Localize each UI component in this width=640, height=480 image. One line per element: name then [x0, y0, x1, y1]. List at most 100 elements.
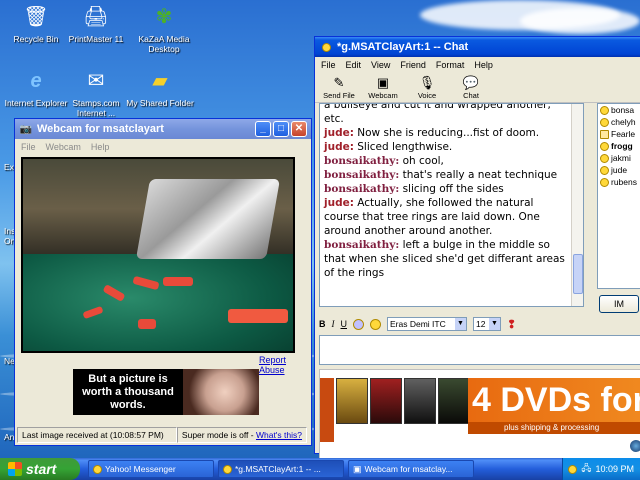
webcam-menubar: File Webcam Help	[15, 139, 311, 155]
system-tray: 🖧 10:09 PM	[562, 458, 640, 480]
cloud-decoration	[520, 8, 640, 34]
taskbar-item-chat[interactable]: *g.MSATClayArt:1 -- ...	[218, 460, 344, 478]
scrollbar-thumb[interactable]	[573, 254, 583, 294]
roster-item[interactable]: Fearle	[598, 128, 640, 140]
taskbar-item-webcam[interactable]: ▣ Webcam for msatclay...	[348, 460, 474, 478]
menu-friend[interactable]: Friend	[400, 60, 426, 70]
chat-roster: bonsa chelyh Fearle frogg jakmi jude rub…	[597, 103, 640, 289]
menu-help[interactable]: Help	[474, 60, 493, 70]
roster-item[interactable]: bonsa	[598, 104, 640, 116]
super-mode-status: Super mode is off -	[181, 430, 254, 440]
recycle-bin-icon: 🗑	[23, 6, 49, 28]
smiley-icon	[600, 153, 609, 163]
smiley-icon	[600, 117, 609, 127]
chat-button[interactable]: 💬 Chat	[451, 75, 491, 100]
smiley-icon	[600, 105, 609, 115]
webcam-ad-banner[interactable]: But a picture is worth a thousand words.	[73, 369, 259, 415]
shared-folder-icon: ▰	[152, 70, 168, 92]
menu-format[interactable]: Format	[436, 60, 465, 70]
network-icon[interactable]: 🖧	[581, 461, 591, 477]
desktop-icon-shared-folder[interactable]: ▰ My Shared Folder	[124, 66, 196, 108]
menu-file[interactable]: File	[321, 60, 336, 70]
roster-item[interactable]: frogg	[598, 140, 640, 152]
menu-webcam[interactable]: Webcam	[46, 142, 81, 152]
webcam-icon: ▣	[376, 75, 390, 90]
menu-file[interactable]: File	[21, 142, 36, 152]
desktop-icon-printmaster[interactable]: 🖨 PrintMaster 11	[60, 2, 132, 44]
transcript-scrollbar[interactable]	[571, 104, 583, 306]
menu-edit[interactable]: Edit	[346, 60, 362, 70]
globe-icon	[630, 440, 640, 452]
dvd-ad-banner[interactable]: 4 DVDs for plus shipping & processing	[319, 369, 640, 459]
font-size-select[interactable]: 12 ▼	[473, 317, 501, 331]
chevron-down-icon: ▼	[455, 318, 466, 330]
dvd-cover-image	[336, 378, 368, 424]
chat-titlebar[interactable]: *g.MSATClayArt:1 -- Chat	[315, 37, 640, 57]
yahoo-smiley-icon	[223, 464, 232, 474]
taskbar: start Yahoo! Messenger *g.MSATClayArt:1 …	[0, 458, 640, 480]
underline-button[interactable]: U	[341, 319, 348, 329]
roster-item[interactable]: jude	[598, 164, 640, 176]
voice-button[interactable]: 🎙 Voice	[407, 75, 447, 100]
format-toolbar: B I U Eras Demi ITC ▼ 12 ▼ ❢	[319, 315, 640, 333]
printmaster-icon: 🖨	[83, 6, 109, 28]
whats-this-link[interactable]: What's this?	[256, 430, 302, 440]
roster-item[interactable]: rubens	[598, 176, 640, 188]
taskbar-item-yahoo-messenger[interactable]: Yahoo! Messenger	[88, 460, 214, 478]
last-image-status: Last image received at (10:08:57 PM)	[17, 427, 177, 443]
start-button[interactable]: start	[0, 458, 80, 480]
webcam-icon: ▣	[353, 463, 362, 474]
report-abuse-link[interactable]: Report Abuse	[259, 355, 311, 375]
desktop-icon-kazaa[interactable]: ✾ KaZaA Media Desktop	[128, 2, 200, 54]
dvd-cover-image	[370, 378, 402, 424]
chat-message: bonsaikathy: oh cool,	[324, 155, 444, 167]
smiley-icon	[600, 165, 609, 175]
chat-message: bonsaikathy: slicing off the sides	[324, 183, 504, 195]
webcam-video-feed	[21, 157, 295, 353]
pasta-machine-image	[135, 179, 281, 259]
chat-message: jude: Actually, she followed the natural…	[324, 197, 540, 237]
webcam-icon: 📷	[19, 123, 33, 135]
emoticon-icon[interactable]	[370, 318, 381, 330]
webcam-button[interactable]: ▣ Webcam	[363, 75, 403, 100]
bold-button[interactable]: B	[319, 319, 326, 329]
dvd-cover-image	[404, 378, 436, 424]
chat-transcript[interactable]: a bullseye and cut it and wrapped anothe…	[319, 103, 584, 307]
send-file-button[interactable]: ✎ Send File	[319, 75, 359, 100]
microphone-icon: 🎙	[418, 75, 436, 90]
smiley-icon	[600, 141, 609, 151]
chat-title: *g.MSATClayArt:1 -- Chat	[337, 41, 469, 53]
color-palette-icon[interactable]	[353, 318, 364, 330]
clock[interactable]: 10:09 PM	[595, 464, 634, 474]
message-input[interactable]	[319, 335, 640, 365]
dvd-strip-decoration	[320, 378, 334, 442]
webcam-window: 📷 Webcam for msatclayart _ □ ✕ File Webc…	[14, 118, 312, 446]
yahoo-smiley-icon[interactable]	[568, 464, 578, 474]
yahoo-smiley-icon	[319, 40, 333, 54]
chat-bubbles-icon: 💬	[462, 75, 480, 90]
send-file-icon: ✎	[333, 75, 345, 90]
buzz-icon[interactable]: ❢	[507, 318, 516, 331]
chat-message: bonsaikathy: left a bulge in the middle …	[324, 239, 565, 279]
yahoo-smiley-icon	[93, 464, 102, 474]
roster-item[interactable]: chelyh	[598, 116, 640, 128]
chevron-down-icon: ▼	[489, 318, 500, 330]
user-icon	[600, 129, 609, 139]
webcam-titlebar[interactable]: 📷 Webcam for msatclayart _ □ ✕	[15, 119, 311, 139]
desktop-icon-stamps[interactable]: ✉ Stamps.com Internet ...	[60, 66, 132, 118]
close-button[interactable]: ✕	[291, 121, 307, 137]
dvd-cover-image	[438, 378, 470, 424]
internet-explorer-icon: e	[30, 70, 42, 92]
ad-face-image	[183, 369, 259, 415]
roster-item[interactable]: jakmi	[598, 152, 640, 164]
font-select[interactable]: Eras Demi ITC ▼	[387, 317, 467, 331]
italic-button[interactable]: I	[332, 319, 335, 329]
maximize-button[interactable]: □	[273, 121, 289, 137]
chat-menubar: File Edit View Friend Format Help	[315, 57, 640, 73]
im-button[interactable]: IM	[599, 295, 639, 313]
menu-help[interactable]: Help	[91, 142, 110, 152]
minimize-button[interactable]: _	[255, 121, 271, 137]
dvd-ad-headline: 4 DVDs for	[468, 378, 640, 422]
menu-view[interactable]: View	[371, 60, 390, 70]
webcam-title: Webcam for msatclayart	[37, 123, 164, 135]
